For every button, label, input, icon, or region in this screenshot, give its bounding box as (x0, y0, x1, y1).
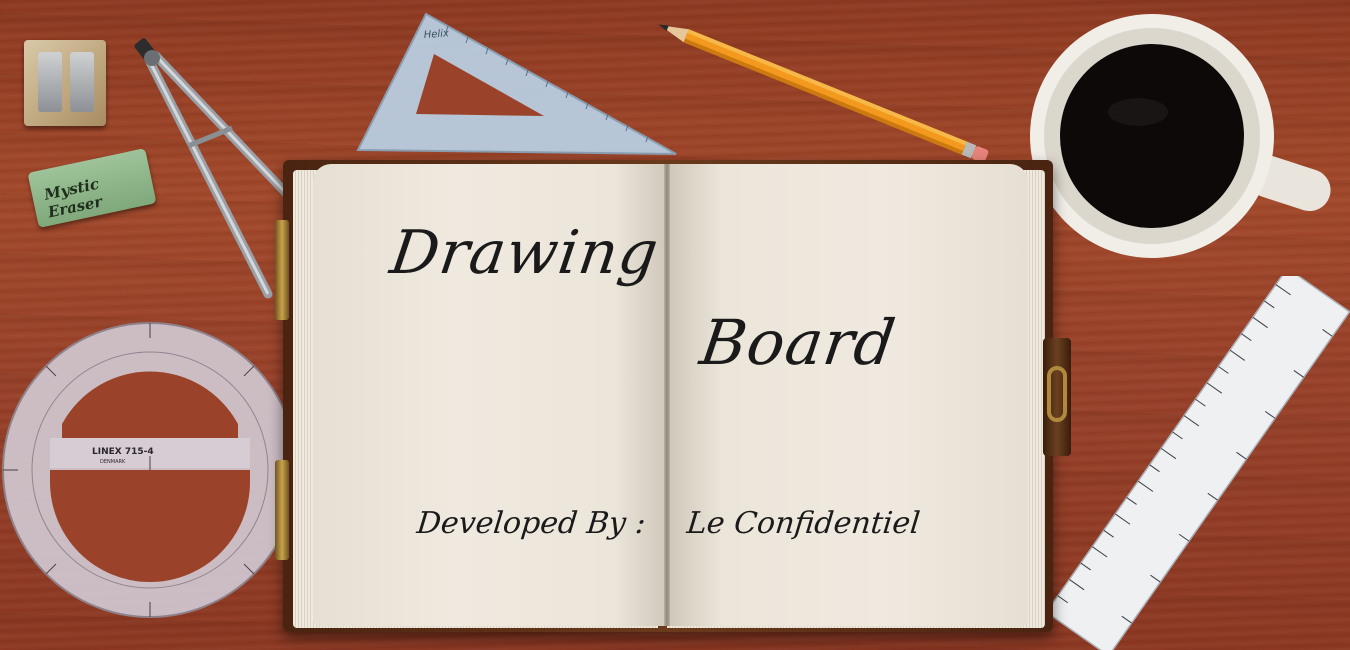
protractor-brand: LINEX 715-4 (92, 447, 154, 457)
coffee-cup (1030, 14, 1331, 258)
developer-name: Le Confidentiel (685, 506, 922, 541)
developed-by-label: Developed By : (415, 506, 648, 541)
hinge-bottom (275, 460, 289, 560)
pencil (658, 24, 989, 162)
title-drawing: Drawing (386, 218, 664, 288)
title-board: Board (695, 306, 901, 379)
protractor-country: DENMARK (100, 459, 126, 465)
hinge-top (275, 220, 289, 320)
pencil-sharpener (24, 40, 106, 126)
protractor: LINEX 715-4 DENMARK (2, 322, 298, 618)
right-page (668, 164, 1028, 626)
ruler (1050, 276, 1350, 650)
clasp-ring (1047, 366, 1067, 422)
set-square: Helix (356, 12, 677, 155)
open-book: Drawing Board Developed By : Le Confiden… (275, 160, 1071, 632)
book-spine (664, 164, 670, 626)
set-square-brand: Helix (423, 28, 449, 41)
